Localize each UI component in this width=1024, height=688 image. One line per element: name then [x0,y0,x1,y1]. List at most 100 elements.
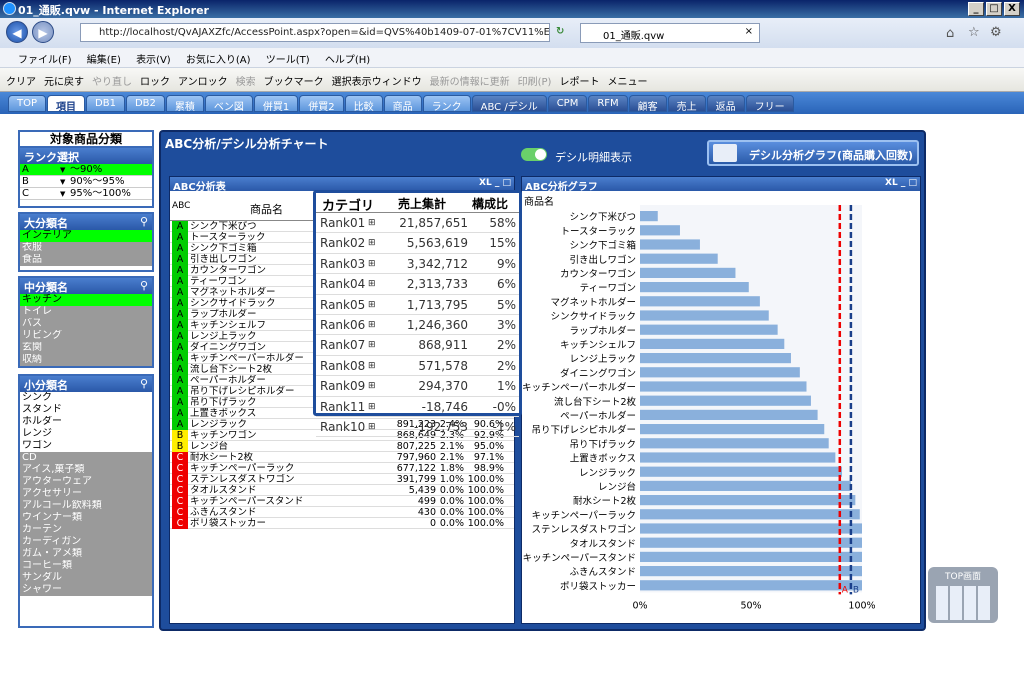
list-item[interactable]: 収納 [20,354,152,366]
table-row[interactable]: C タオルスタンド 5,439 0.0% 100.0% [170,485,514,496]
toolbar-item-1[interactable]: 元に戻す [44,77,84,88]
toolbar-item-4[interactable]: アンロック [178,77,228,88]
home-icon[interactable]: ⌂ [946,26,954,41]
bar[interactable] [640,523,862,534]
list-item[interactable]: カーテン [20,524,152,536]
bar[interactable] [640,324,778,335]
sheet-tab-16[interactable]: 返品 [706,95,745,113]
rank-row-A[interactable]: A ▼ ～90% [20,164,152,176]
minimize-button[interactable]: _ [968,2,984,16]
list-item[interactable]: ガム・アメ類 [20,548,152,560]
list-item[interactable]: 玄関 [20,342,152,354]
expand-icon[interactable]: ⊞ [368,356,376,376]
bar[interactable] [640,537,862,548]
toolbar-item-8[interactable]: 最新の情報に更新 [430,77,510,88]
sheet-tab-12[interactable]: CPM [547,95,588,112]
toolbar-item-5[interactable]: 検索 [236,77,256,88]
browser-tab[interactable]: 01_通販.qvw × [580,23,760,43]
list-item[interactable]: 衣服 [20,242,152,254]
sheet-tab-11[interactable]: ABC /デシル [471,95,547,113]
bar[interactable] [640,353,791,364]
sheet-tab-13[interactable]: RFM [588,95,628,112]
expand-icon[interactable]: ⊞ [368,233,376,253]
search-icon[interactable]: ⚲ [140,215,148,228]
sheet-tab-2[interactable]: DB1 [86,95,125,112]
maximize-button[interactable]: □ [986,2,1002,16]
bar[interactable] [640,424,825,435]
expand-icon[interactable]: ⊞ [368,295,376,315]
list-item[interactable]: ワゴン [20,440,152,452]
chevron-down-icon[interactable]: ▼ [60,188,65,199]
list-item[interactable]: アウターウェア [20,476,152,488]
close-tab-icon[interactable]: × [745,26,753,37]
list-item[interactable]: バス [20,318,152,330]
list-item[interactable]: 食品 [20,254,152,266]
sheet-tab-14[interactable]: 顧客 [628,95,667,113]
bar[interactable] [640,480,851,491]
list-item[interactable]: シャワー [20,584,152,596]
list-item[interactable]: レンジ [20,428,152,440]
toolbar-item-10[interactable]: レポート [559,77,599,88]
desil-graph-button[interactable]: デシル分析グラフ(商品購入回数) [707,140,919,166]
bar[interactable] [640,409,818,420]
expand-icon[interactable]: ⊞ [368,397,376,417]
rank-row-B[interactable]: B ▼ 90%～95% [20,176,152,188]
table-row[interactable]: C ふきんスタンド 430 0.0% 100.0% [170,507,514,518]
top-screen-icon[interactable]: TOP画面 [928,567,998,623]
list-item[interactable]: インテリア [20,230,152,242]
toolbar-item-6[interactable]: ブックマーク [264,77,324,88]
bar[interactable] [640,253,718,264]
bar[interactable] [640,338,785,349]
menu-favorites[interactable]: お気に入り(A) [186,55,251,66]
list-item[interactable]: コーヒー類 [20,560,152,572]
sheet-tab-15[interactable]: 売上 [667,95,706,113]
menu-help[interactable]: ヘルプ(H) [325,55,370,66]
bar[interactable] [640,580,862,591]
toolbar-item-0[interactable]: クリア [6,77,36,88]
sheet-tab-1[interactable]: 項目 [47,95,86,113]
list-item[interactable]: トイレ [20,306,152,318]
list-item[interactable]: リビング [20,330,152,342]
list-item[interactable]: スタンド [20,404,152,416]
toolbar-item-7[interactable]: 選択表示ウィンドウ [332,77,422,88]
sheet-tab-9[interactable]: 商品 [383,95,422,113]
toolbar-item-3[interactable]: ロック [140,77,170,88]
sheet-tab-8[interactable]: 比較 [344,95,383,113]
popup-row[interactable]: Rank07 ⊞ 868,911 2% [316,335,519,356]
popup-row[interactable]: Rank06 ⊞ 1,246,360 3% [316,315,519,336]
menu-edit[interactable]: 編集(E) [87,55,121,66]
popup-row[interactable]: Rank08 ⊞ 571,578 2% [316,356,519,377]
list-item[interactable]: ホルダー [20,416,152,428]
popup-row[interactable]: Rank04 ⊞ 2,313,733 6% [316,274,519,295]
bar[interactable] [640,495,856,506]
expand-icon[interactable]: ⊞ [368,254,376,274]
list-item[interactable]: CD [20,452,152,464]
list-item[interactable]: ウインナー類 [20,512,152,524]
search-icon[interactable]: ⚲ [140,377,148,390]
list-item[interactable]: アルコール飲料類 [20,500,152,512]
sheet-tab-7[interactable]: 併買2 [299,95,344,113]
bar[interactable] [640,267,736,278]
chevron-down-icon[interactable]: ▼ [60,176,65,187]
bar[interactable] [640,566,862,577]
rank-row-C[interactable]: C ▼ 95%～100% [20,188,152,200]
search-icon[interactable]: ⚲ [140,279,148,292]
menu-tools[interactable]: ツール(T) [266,55,310,66]
list-item[interactable]: カーディガン [20,536,152,548]
table-row[interactable]: C キッチンペーパーラック 677,122 1.8% 98.9% [170,463,514,474]
bar[interactable] [640,551,862,562]
popup-row[interactable]: Rank10 ⊞ -192,753 -1% [316,417,519,438]
bar[interactable] [640,211,658,222]
toolbar-item-11[interactable]: メニュー [607,77,647,88]
table-row[interactable]: B レンジ台 807,225 2.1% 95.0% [170,441,514,452]
favorites-star-icon[interactable]: ☆ [968,25,980,40]
bar[interactable] [640,239,700,250]
bar[interactable] [640,452,836,463]
popup-row[interactable]: Rank05 ⊞ 1,713,795 5% [316,295,519,315]
forward-icon[interactable]: ▶ [32,21,54,43]
sheet-tab-3[interactable]: DB2 [125,95,165,112]
toolbar-item-9[interactable]: 印刷(P) [518,77,552,88]
list-item[interactable]: シンク [20,392,152,404]
table-row[interactable]: C 耐水シート2枚 797,960 2.1% 97.1% [170,452,514,463]
menu-file[interactable]: ファイル(F) [18,55,72,66]
